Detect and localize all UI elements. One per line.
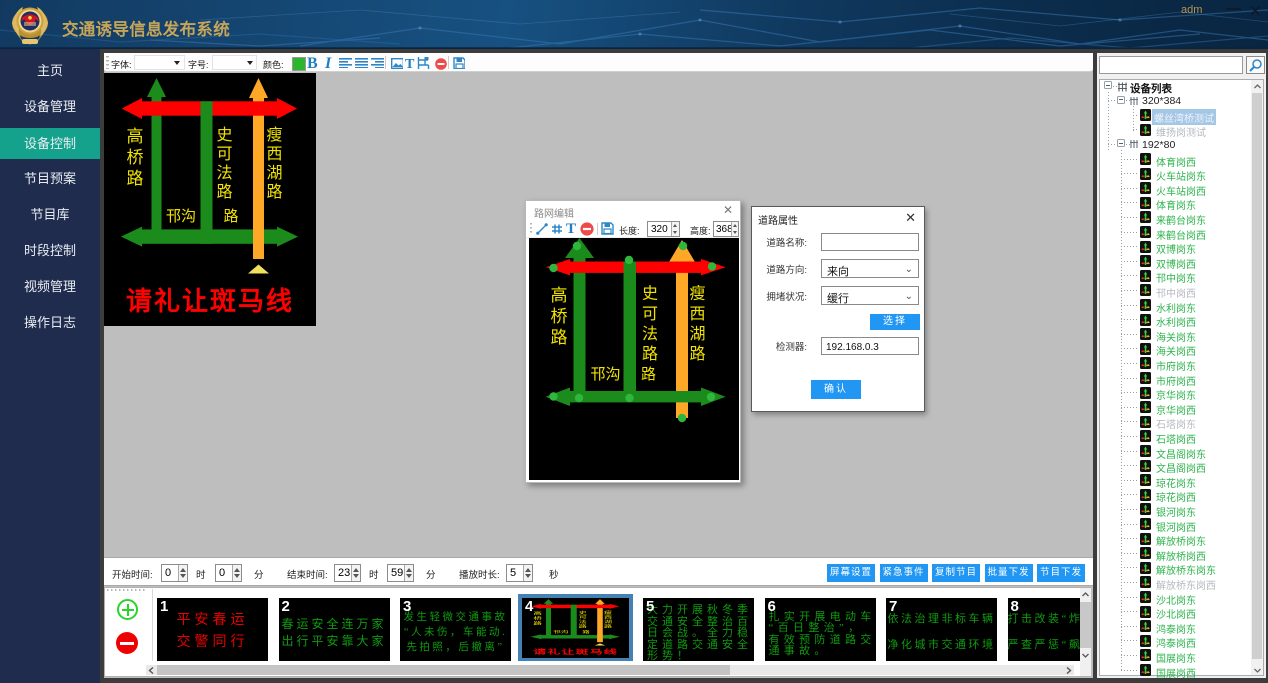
svg-text:桥: 桥 [551, 307, 568, 326]
svg-text:路: 路 [223, 208, 238, 225]
svg-text:邗沟: 邗沟 [553, 629, 568, 634]
svg-text:瘦: 瘦 [604, 610, 613, 615]
svg-text:西: 西 [266, 146, 282, 163]
svg-text:请礼让斑马线: 请礼让斑马线 [533, 648, 618, 656]
svg-text:西: 西 [604, 615, 612, 620]
svg-text:邗沟: 邗沟 [166, 208, 196, 225]
svg-text:桥: 桥 [533, 615, 542, 620]
svg-text:法: 法 [216, 164, 232, 182]
svg-text:请礼让斑马线: 请礼让斑马线 [126, 286, 294, 316]
svg-text:可: 可 [642, 306, 658, 323]
svg-text:可: 可 [579, 615, 587, 620]
svg-text:路: 路 [641, 366, 656, 383]
svg-text:西: 西 [689, 306, 705, 323]
svg-text:湖: 湖 [266, 164, 282, 182]
svg-text:邗沟: 邗沟 [590, 366, 620, 383]
svg-text:瘦: 瘦 [689, 285, 705, 303]
svg-text:史: 史 [216, 126, 232, 144]
svg-text:高: 高 [533, 610, 542, 615]
svg-text:路: 路 [582, 629, 590, 634]
svg-text:史: 史 [579, 610, 588, 615]
svg-text:法: 法 [642, 325, 658, 343]
svg-text:高: 高 [551, 286, 568, 305]
svg-text:瘦: 瘦 [266, 126, 282, 144]
svg-text:路: 路 [551, 328, 568, 347]
svg-text:湖: 湖 [689, 325, 705, 343]
svg-text:路: 路 [533, 620, 542, 625]
svg-text:路: 路 [266, 183, 282, 201]
svg-text:可: 可 [216, 146, 232, 163]
svg-text:路: 路 [216, 183, 232, 201]
svg-text:路: 路 [642, 345, 658, 363]
svg-text:史: 史 [642, 285, 658, 303]
svg-text:路: 路 [689, 345, 705, 363]
